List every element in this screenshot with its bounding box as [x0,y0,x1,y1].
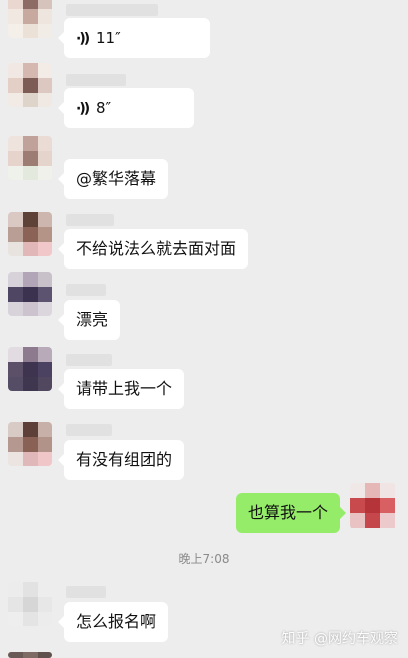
voice-wave-icon: ·)) [76,31,90,47]
voice-message[interactable]: ·)) 8″ [58,88,194,128]
avatar[interactable] [8,0,52,38]
timestamp: 晚上7:08 [178,552,230,566]
sender-name [66,284,106,296]
avatar[interactable] [8,652,52,658]
message-bubble[interactable]: 怎么报名啊 [57,602,169,642]
sender-name [66,586,106,598]
voice-duration: 11″ [96,29,121,47]
message-bubble[interactable]: 不给说法么就去面对面 [57,229,249,269]
sender-name [66,214,114,226]
avatar[interactable] [8,422,52,466]
voice-wave-icon: ·)) [76,101,90,117]
message-bubble[interactable]: @繁华落幕 [57,159,169,199]
avatar[interactable] [8,582,52,626]
voice-message[interactable]: ·)) 11″ [58,18,210,58]
avatar[interactable] [8,212,52,256]
message-bubble[interactable]: 请带上我一个 [57,369,185,409]
sender-name [66,4,158,16]
avatar[interactable] [8,136,52,180]
sender-name [66,354,112,366]
sender-name [66,74,126,86]
voice-duration: 8″ [96,99,112,117]
avatar[interactable] [8,272,52,316]
sender-name [66,424,112,436]
message-bubble[interactable]: 漂亮 [57,300,121,340]
message-bubble[interactable]: 有没有组团的 [57,440,185,480]
watermark: 知乎 @网约车观察 [281,631,398,647]
avatar[interactable] [8,63,52,107]
message-bubble-outgoing[interactable]: 也算我一个 [235,493,347,533]
my-avatar[interactable] [350,483,396,529]
avatar[interactable] [8,347,52,391]
